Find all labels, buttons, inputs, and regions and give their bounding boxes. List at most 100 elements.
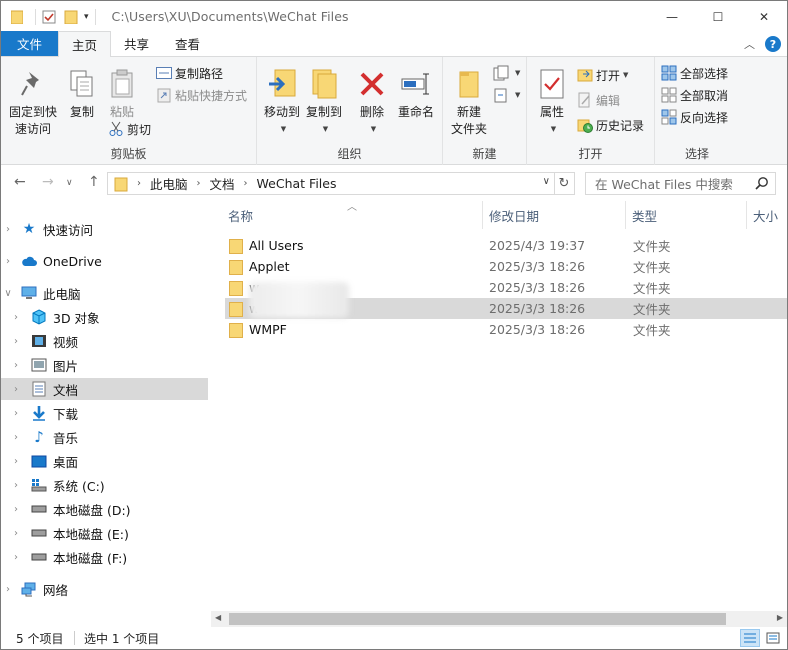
tab-home[interactable]: 主页 — [58, 31, 112, 57]
pin-to-quick-access-button[interactable]: 固定到快 速访问 — [7, 67, 59, 138]
sidebar-item-pictures[interactable]: › 图片 — [1, 354, 208, 376]
breadcrumb-this-pc[interactable]: 此电脑 — [150, 174, 188, 193]
rename-button[interactable]: 重命名 — [395, 67, 437, 121]
sidebar-item-3d-objects[interactable]: › 3D 对象 — [1, 306, 208, 328]
sidebar-item-videos[interactable]: › 视频 — [1, 330, 208, 352]
quick-access-toolbar: ▾ — [29, 8, 102, 25]
recent-chevron-down-icon[interactable]: ∨ — [66, 178, 73, 188]
new-item-button[interactable]: ▼ — [493, 63, 520, 83]
breadcrumb-chevron-icon[interactable]: › — [244, 178, 248, 189]
expand-chevron-icon[interactable]: › — [9, 432, 23, 443]
paste-shortcut-button[interactable]: 粘贴快捷方式 — [156, 85, 247, 105]
up-arrow-icon[interactable]: ↑ — [88, 174, 100, 190]
expand-chevron-icon[interactable]: › — [9, 384, 23, 395]
scroll-left-icon[interactable]: ◀ — [215, 613, 221, 622]
pin-icon — [17, 67, 49, 101]
tab-file[interactable]: 文件 — [1, 31, 58, 56]
breadcrumb-chevron-icon[interactable]: › — [137, 178, 141, 189]
collapse-chevron-icon[interactable]: ∨ — [1, 288, 15, 299]
select-none-icon — [661, 87, 677, 103]
forward-arrow-icon[interactable]: → — [42, 174, 54, 190]
expand-chevron-icon[interactable]: › — [9, 552, 23, 563]
table-row[interactable]: All Users 2025/4/3 19:37 文件夹 — [225, 235, 787, 256]
tab-share[interactable]: 共享 — [111, 31, 162, 56]
delete-button[interactable]: 删除 ▼ — [355, 67, 389, 138]
expand-chevron-icon[interactable]: › — [1, 224, 15, 235]
new-folder-button[interactable]: 新建 文件夹 — [447, 67, 491, 138]
select-all-button[interactable]: 全部选择 — [661, 63, 728, 83]
history-icon — [577, 117, 593, 133]
scrollbar-thumb[interactable] — [229, 613, 726, 625]
sidebar-item-desktop[interactable]: › 桌面 — [1, 450, 208, 472]
large-icons-view-icon[interactable] — [763, 629, 783, 647]
expand-chevron-icon[interactable]: › — [9, 336, 23, 347]
sidebar-item-music[interactable]: › ♪ 音乐 — [1, 426, 208, 448]
maximize-button[interactable]: ☐ — [695, 1, 741, 32]
select-none-button[interactable]: 全部取消 — [661, 85, 728, 105]
horizontal-scrollbar[interactable]: ◀ ▶ — [211, 611, 787, 627]
file-modified: 2025/3/3 18:26 — [489, 301, 586, 316]
sidebar-item-quick-access[interactable]: › ★ 快速访问 — [1, 218, 208, 240]
expand-chevron-icon[interactable]: › — [9, 480, 23, 491]
tab-view[interactable]: 查看 — [162, 31, 213, 56]
expand-chevron-icon[interactable]: › — [9, 456, 23, 467]
invert-selection-button[interactable]: 反向选择 — [661, 107, 728, 127]
file-list: ︿ 名称 修改日期 类型 大小 All Users 2025/4/3 19:37… — [211, 201, 787, 611]
expand-chevron-icon[interactable]: › — [1, 584, 15, 595]
breadcrumb-wechat-files[interactable]: WeChat Files — [257, 176, 337, 191]
search-input[interactable]: 在 WeChat Files 中搜索 — [585, 172, 776, 195]
history-button[interactable]: 历史记录 — [577, 115, 644, 135]
edit-button[interactable]: 编辑 — [577, 90, 620, 110]
column-header-size[interactable]: 大小 — [753, 201, 778, 229]
refresh-button[interactable]: ↻ — [554, 172, 575, 195]
breadcrumb-chevron-icon[interactable]: › — [197, 178, 201, 189]
sidebar-item-drive-d[interactable]: › 本地磁盘 (D:) — [1, 498, 208, 520]
breadcrumb-documents[interactable]: 文档 — [210, 174, 235, 193]
move-to-button[interactable]: 移动到 ▼ — [261, 67, 303, 138]
properties-button[interactable]: 属性 ▼ — [531, 67, 573, 138]
column-header-name[interactable]: 名称 — [228, 201, 253, 229]
sidebar-item-documents[interactable]: › 文档 — [1, 378, 208, 400]
sidebar-item-drive-e[interactable]: › 本地磁盘 (E:) — [1, 522, 208, 544]
sidebar-item-network[interactable]: › 网络 — [1, 578, 208, 600]
open-group-label: 打开 — [578, 147, 603, 161]
minimize-button[interactable]: — — [649, 1, 695, 32]
address-dropdown-chevron-icon[interactable]: ∨ — [543, 176, 550, 187]
customize-qa-chevron-icon[interactable]: ▾ — [84, 12, 89, 22]
scroll-right-icon[interactable]: ▶ — [777, 613, 783, 622]
expand-chevron-icon[interactable]: › — [9, 312, 23, 323]
open-button[interactable]: 打开 ▼ — [577, 65, 628, 85]
table-row[interactable]: Applet 2025/3/3 18:26 文件夹 — [225, 256, 787, 277]
copy-button[interactable]: 复制 — [65, 67, 99, 121]
back-arrow-icon[interactable]: ← — [14, 174, 26, 190]
expand-chevron-icon[interactable]: › — [9, 528, 23, 539]
copy-to-button[interactable]: 复制到 ▼ — [303, 67, 345, 138]
close-button[interactable]: ✕ — [741, 1, 787, 32]
column-header-modified[interactable]: 修改日期 — [489, 201, 539, 229]
expand-chevron-icon[interactable]: › — [9, 408, 23, 419]
sidebar-item-downloads[interactable]: › 下载 — [1, 402, 208, 424]
properties-icon[interactable] — [42, 10, 56, 24]
details-view-icon[interactable] — [740, 629, 760, 647]
sidebar-item-onedrive[interactable]: › OneDrive — [1, 250, 208, 272]
paste-button[interactable]: 粘贴 — [105, 67, 139, 121]
expand-chevron-icon[interactable]: › — [9, 360, 23, 371]
help-icon[interactable]: ? — [765, 36, 781, 52]
copy-path-button[interactable]: 复制路径 — [156, 63, 223, 83]
cut-button[interactable]: 剪切 — [108, 119, 151, 139]
explorer-window: ▾ C:\Users\XU\Documents\WeChat Files — ☐… — [0, 0, 788, 650]
file-name: WMPF — [249, 322, 287, 337]
collapse-ribbon-chevron-icon[interactable]: ︿ — [744, 36, 755, 52]
expand-chevron-icon[interactable]: › — [1, 256, 15, 267]
address-bar[interactable]: › 此电脑 › 文档 › WeChat Files ∨ — [107, 172, 555, 195]
expand-chevron-icon[interactable]: › — [9, 504, 23, 515]
sidebar-item-drive-f[interactable]: › 本地磁盘 (F:) — [1, 546, 208, 568]
breadcrumb: › 此电脑 › 文档 › WeChat Files — [128, 174, 336, 193]
sidebar-item-this-pc[interactable]: ∨ 此电脑 — [1, 282, 208, 304]
new-folder-icon[interactable] — [64, 10, 78, 24]
sidebar-item-drive-c[interactable]: › 系统 (C:) — [1, 474, 208, 496]
table-row[interactable]: WMPF 2025/3/3 18:26 文件夹 — [225, 319, 787, 340]
column-header-type[interactable]: 类型 — [632, 201, 657, 229]
easy-access-button[interactable]: ▼ — [493, 85, 520, 105]
file-name: Applet — [249, 259, 290, 274]
